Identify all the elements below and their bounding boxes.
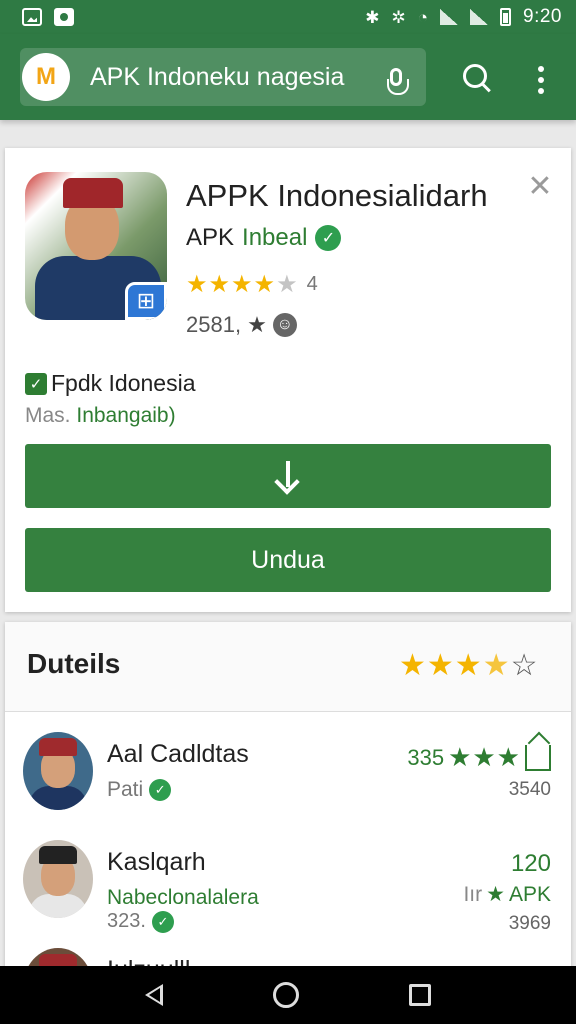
list-item-sub2-text: 323.: [107, 910, 146, 932]
app-logo[interactable]: M: [22, 53, 70, 101]
search-icon[interactable]: [460, 62, 496, 98]
details-title: Duteils: [27, 648, 121, 679]
developer-name-a: APK: [186, 224, 235, 251]
list-item-name: Kaslqarh: [107, 848, 206, 876]
avatar: [23, 840, 93, 918]
install-button[interactable]: Undua: [25, 528, 551, 592]
mic-icon[interactable]: [376, 57, 416, 97]
star-icon: ★: [247, 312, 267, 337]
rating-label: 4: [306, 273, 318, 295]
rating-stars: ★★★★★: [186, 271, 299, 298]
rating-stars: ★★★: [448, 742, 521, 772]
developer-name-b: Inbeal: [242, 224, 308, 251]
share-icon[interactable]: [525, 744, 551, 771]
navigation-bar: [0, 966, 576, 1024]
app-badge-icon: ⊞: [125, 282, 167, 320]
list-item-score: 335: [407, 744, 445, 770]
back-icon[interactable]: [145, 984, 163, 1006]
signal-icon: [440, 9, 459, 25]
subtext-a: Mas.: [25, 404, 71, 427]
list-item-sub-text: Pati: [107, 778, 144, 801]
avatar: [23, 732, 93, 810]
list-item-name: Aal Cadldtas: [107, 740, 249, 768]
battery-icon: [500, 8, 512, 26]
star-icon: ★: [486, 883, 505, 906]
verified-icon: ✓: [149, 779, 172, 801]
list-item-sub2: 323. ✓: [107, 910, 174, 933]
status-right: ✱ ✲ ◔ 9:20: [365, 6, 562, 28]
status-bar: ✱ ✲ ◔ 9:20: [0, 0, 576, 34]
list-item-apk-label: APK: [508, 882, 551, 906]
photo-icon: [54, 8, 74, 26]
details-rating-stars[interactable]: ★★★★☆: [399, 648, 539, 683]
download-arrow-icon: [273, 459, 303, 493]
home-icon[interactable]: [273, 982, 299, 1008]
subtext-b: Inbangaib): [76, 404, 176, 427]
details-card: Duteils ★★★★☆ Aal Cadldtas Pati ✓ 335 ★★…: [5, 622, 571, 982]
verified-icon: ✓: [151, 910, 174, 933]
status-time: 9:20: [523, 6, 562, 27]
user-icon: ☺: [272, 313, 297, 337]
download-button[interactable]: [25, 444, 551, 508]
app-bar: M APK Indoneku nagesia: [0, 34, 576, 120]
list-item[interactable]: Aal Cadldtas Pati ✓ 335 ★★★ 3540: [5, 722, 571, 828]
vibrate-icon: ✲: [391, 7, 406, 27]
recent-apps-icon[interactable]: [409, 984, 431, 1006]
check-row[interactable]: ✓ Fpdk Idonesia: [25, 370, 195, 397]
more-vert-icon[interactable]: [528, 62, 554, 98]
app-info-card: ⊞ APPK Indonesialidarh ✕ APK Inbeal ✓ ★★…: [5, 148, 571, 612]
wifi-icon: ◔: [417, 7, 429, 27]
app-title: APPK Indonesialidarh: [186, 178, 488, 213]
review-count: 2581,: [186, 312, 242, 337]
rating-row: ★★★★★ 4: [186, 270, 318, 299]
list-item-right: 120 Iır ★ APK 3969: [463, 850, 551, 935]
verified-icon: ✓: [315, 225, 342, 251]
review-count-row: 2581, ★ ☺: [186, 312, 297, 338]
list-item-apk-row: Iır ★ APK: [463, 882, 551, 907]
list-item-apk-prefix: Iır: [463, 882, 483, 906]
image-icon: [22, 8, 42, 26]
list-item-sub-text: Nabeclonalalera: [107, 886, 259, 909]
signal-icon: [470, 9, 489, 25]
checkbox-icon[interactable]: ✓: [25, 372, 47, 395]
developer-link[interactable]: APK Inbeal ✓: [186, 224, 342, 252]
list-item-count: 3969: [508, 913, 551, 934]
close-icon[interactable]: ✕: [525, 172, 555, 202]
list-item-score-row: 335 ★★★: [407, 742, 551, 773]
app-icon: ⊞: [25, 172, 167, 320]
list-item-sub: Nabeclonalalera: [107, 886, 259, 910]
app-subtext: Mas. Inbangaib): [25, 404, 176, 428]
list-item-right: 335 ★★★ 3540: [407, 742, 551, 801]
list-item-count: 3540: [508, 779, 551, 800]
search-input[interactable]: APK Indoneku nagesia: [90, 63, 376, 92]
status-left: [22, 8, 74, 26]
search-box[interactable]: M APK Indoneku nagesia: [20, 48, 426, 106]
check-label: Fpdk Idonesia: [51, 370, 196, 396]
bluetooth-icon: ✱: [365, 7, 380, 27]
details-header: Duteils ★★★★☆: [5, 622, 571, 712]
list-item[interactable]: Kaslqarh Nabeclonalalera 323. ✓ 120 Iır …: [5, 830, 571, 936]
list-item-score: 120: [510, 850, 551, 877]
list-item-sub: Pati ✓: [107, 778, 172, 802]
